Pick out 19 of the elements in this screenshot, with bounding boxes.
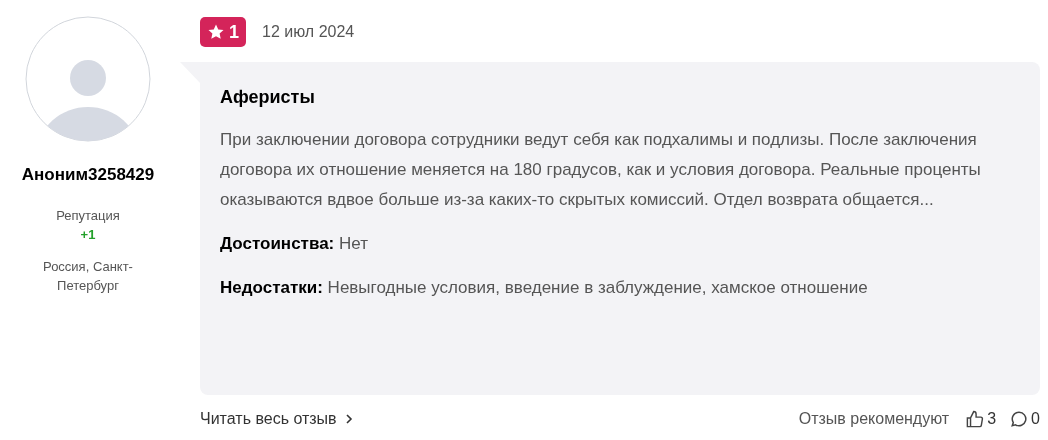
avatar-icon xyxy=(25,16,151,142)
reputation-value: +1 xyxy=(80,226,96,244)
review-title: Аферисты xyxy=(220,86,316,109)
recommend-label: Отзыв рекомендуют xyxy=(798,409,950,429)
author-location: Россия, Санкт-Петербург xyxy=(42,257,134,295)
star-icon xyxy=(207,23,225,41)
review-text: При заключении договора сотрудники ведут себя как подхалимы и подлизы. После заключения договора их отношение меняется на 180 градусов, как и условия договора. Реальные проценты оказываются вдвое больше из-за каких-то скрытых комиссий. Отдел возврата общается... xyxy=(220,129,982,211)
chevron-icon xyxy=(344,413,353,425)
review-section: Достоинства: Нет xyxy=(220,229,1020,259)
reputation-label: Репутация xyxy=(56,206,120,225)
rating-badge: 1 xyxy=(200,17,246,47)
like-button[interactable]: 3 xyxy=(965,407,997,431)
comment-icon xyxy=(1010,410,1029,428)
review-date: 12 июл 2024 xyxy=(262,22,355,42)
comment-button[interactable]: 0 xyxy=(1010,407,1040,431)
author-name: Аноним3258429 xyxy=(21,164,155,186)
review-section: Недостатки: Невыгодные условия, введение в заблуждение, хамское отношение xyxy=(220,273,1020,303)
read-more-link[interactable]: Читать весь отзыв xyxy=(200,407,353,431)
thumbs-up-icon xyxy=(965,409,985,429)
